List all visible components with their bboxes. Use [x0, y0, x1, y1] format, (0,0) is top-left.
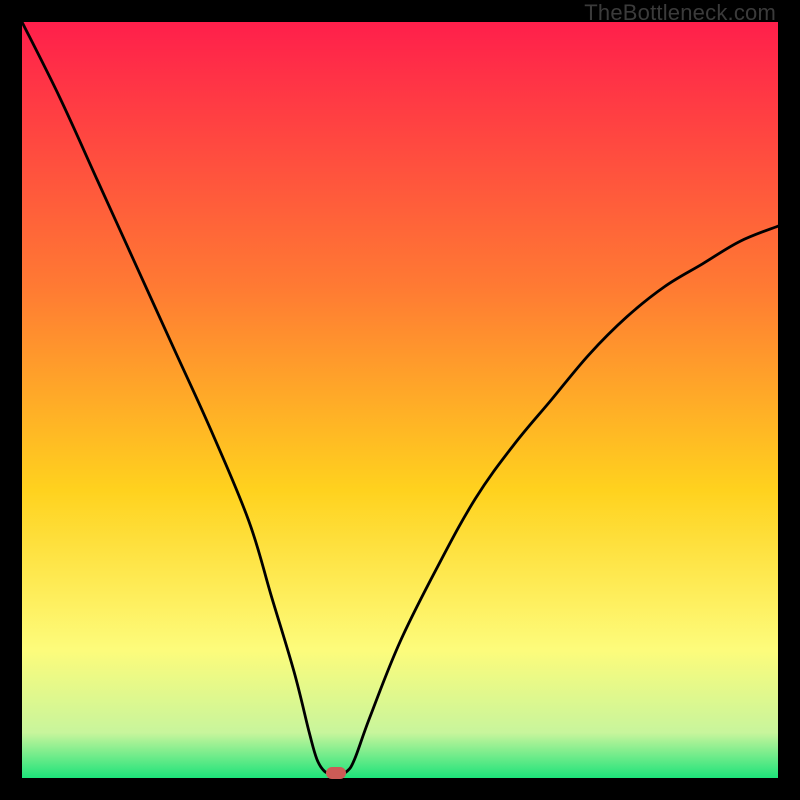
optimal-point-marker	[326, 767, 346, 779]
plot-frame	[22, 22, 778, 778]
watermark-text: TheBottleneck.com	[584, 0, 776, 26]
gradient-background	[22, 22, 778, 778]
